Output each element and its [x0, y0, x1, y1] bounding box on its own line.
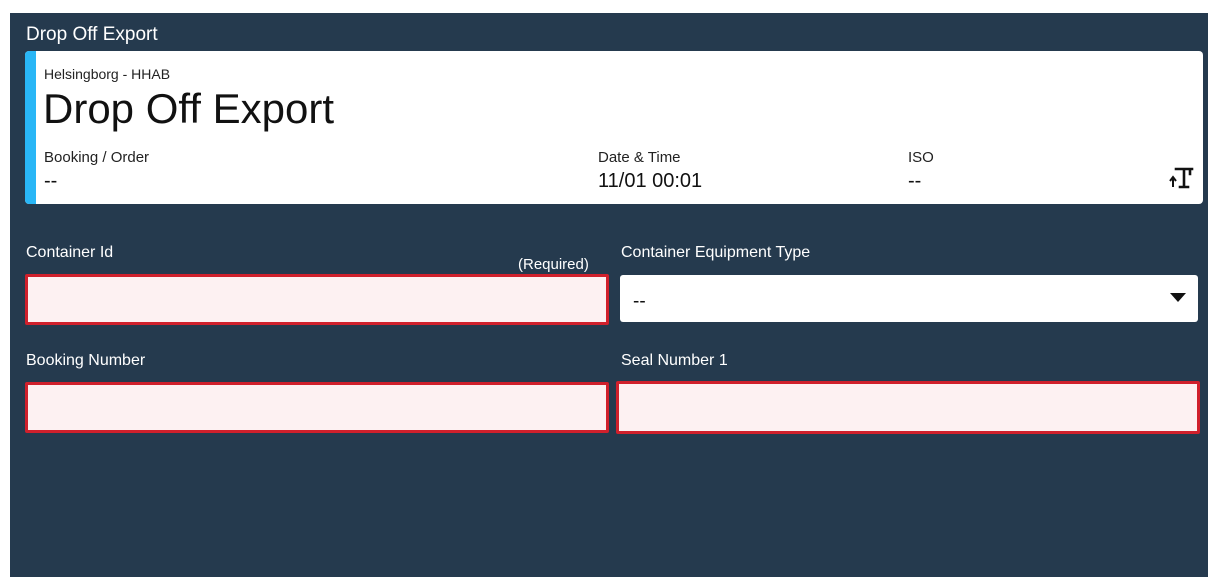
app-panel: Drop Off Export Helsingborg - HHAB Drop … [10, 13, 1208, 577]
container-id-label: Container Id [26, 244, 114, 261]
equipment-type-label: Container Equipment Type [621, 244, 811, 261]
crane-icon[interactable] [1169, 165, 1195, 191]
iso-value: -- [908, 170, 922, 192]
date-time-value: 11/01 00:01 [598, 170, 703, 192]
equipment-type-value: -- [633, 291, 646, 312]
container-id-required: (Required) [518, 256, 589, 273]
date-time-label: Date & Time [598, 149, 681, 166]
card-title: Drop Off Export [43, 85, 335, 132]
card-accent-bar [25, 51, 36, 204]
booking-number-input[interactable] [25, 382, 609, 433]
seal-number-1-input[interactable] [616, 381, 1200, 434]
dropdown-caret-icon [1170, 293, 1186, 302]
terminal-name: Helsingborg - HHAB [44, 66, 171, 82]
booking-number-label: Booking Number [26, 352, 146, 369]
booking-order-value: -- [44, 170, 58, 192]
transaction-card: Helsingborg - HHAB Drop Off Export Booki… [25, 51, 1203, 204]
container-id-input[interactable] [25, 274, 609, 325]
window-title: Drop Off Export [26, 24, 158, 45]
iso-label: ISO [908, 149, 934, 166]
equipment-type-select[interactable]: -- [620, 275, 1198, 322]
seal-number-1-label: Seal Number 1 [621, 352, 728, 369]
booking-order-label: Booking / Order [44, 149, 150, 166]
